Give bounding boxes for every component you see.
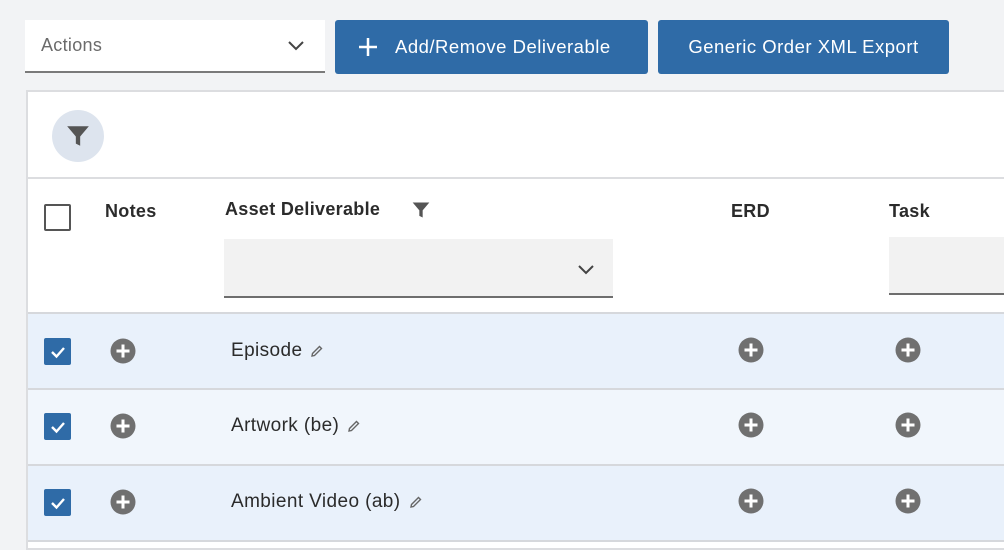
add-task-icon[interactable] (895, 412, 921, 438)
checkmark-icon (50, 346, 65, 358)
deliverable-name: Artwork (be) (231, 415, 340, 436)
actions-dropdown[interactable]: Actions (25, 20, 325, 73)
pencil-icon[interactable] (347, 419, 361, 433)
row-checkbox[interactable] (44, 338, 71, 365)
actions-dropdown-label: Actions (41, 35, 103, 55)
column-header-erd: ERD (731, 201, 770, 221)
add-erd-icon[interactable] (738, 412, 764, 438)
add-note-icon[interactable] (110, 338, 136, 364)
deliverables-table-panel: Notes Asset Deliverable ERD Task Episode (26, 90, 1004, 550)
table-row[interactable]: Episode (28, 314, 1004, 390)
asset-deliverable-filter-select[interactable] (224, 239, 613, 298)
add-remove-deliverable-label: Add/Remove Deliverable (395, 36, 611, 57)
add-erd-icon[interactable] (738, 488, 764, 514)
task-filter-select[interactable] (889, 237, 1004, 295)
checkmark-icon (50, 497, 65, 509)
pencil-icon[interactable] (409, 495, 423, 509)
filter-icon (67, 126, 89, 146)
asset-deliverable-cell: Artwork (be) (231, 415, 361, 437)
filter-toggle-button[interactable] (52, 110, 104, 162)
asset-deliverable-cell: Ambient Video (ab) (231, 491, 423, 513)
deliverable-name: Episode (231, 340, 303, 361)
asset-deliverable-cell: Episode (231, 340, 324, 362)
add-task-icon[interactable] (895, 488, 921, 514)
column-filter-icon[interactable] (411, 200, 431, 220)
table-row[interactable]: Artwork (be) (28, 390, 1004, 466)
filter-bar (28, 92, 1004, 179)
deliverable-name: Ambient Video (ab) (231, 491, 401, 512)
export-label: Generic Order XML Export (688, 36, 919, 57)
column-header-asset-deliverable[interactable]: Asset Deliverable (225, 199, 380, 220)
pencil-icon[interactable] (310, 344, 324, 358)
add-erd-icon[interactable] (738, 337, 764, 363)
add-note-icon[interactable] (110, 413, 136, 439)
chevron-down-icon (288, 41, 304, 51)
select-all-checkbox[interactable] (44, 204, 71, 231)
column-header-task: Task (889, 201, 930, 221)
table-row[interactable]: Ambient Video (ab) (28, 466, 1004, 542)
add-task-icon[interactable] (895, 337, 921, 363)
row-checkbox[interactable] (44, 489, 71, 516)
column-header-notes: Notes (105, 201, 157, 221)
chevron-down-icon (578, 265, 594, 275)
add-note-icon[interactable] (110, 489, 136, 515)
add-remove-deliverable-button[interactable]: Add/Remove Deliverable (335, 20, 648, 74)
row-checkbox[interactable] (44, 413, 71, 440)
table-header: Notes Asset Deliverable ERD Task (28, 179, 1004, 314)
generic-order-xml-export-button[interactable]: Generic Order XML Export (658, 20, 949, 74)
plus-icon (359, 38, 377, 56)
toolbar: Actions Add/Remove Deliverable Generic O… (0, 0, 1004, 90)
checkmark-icon (50, 421, 65, 433)
